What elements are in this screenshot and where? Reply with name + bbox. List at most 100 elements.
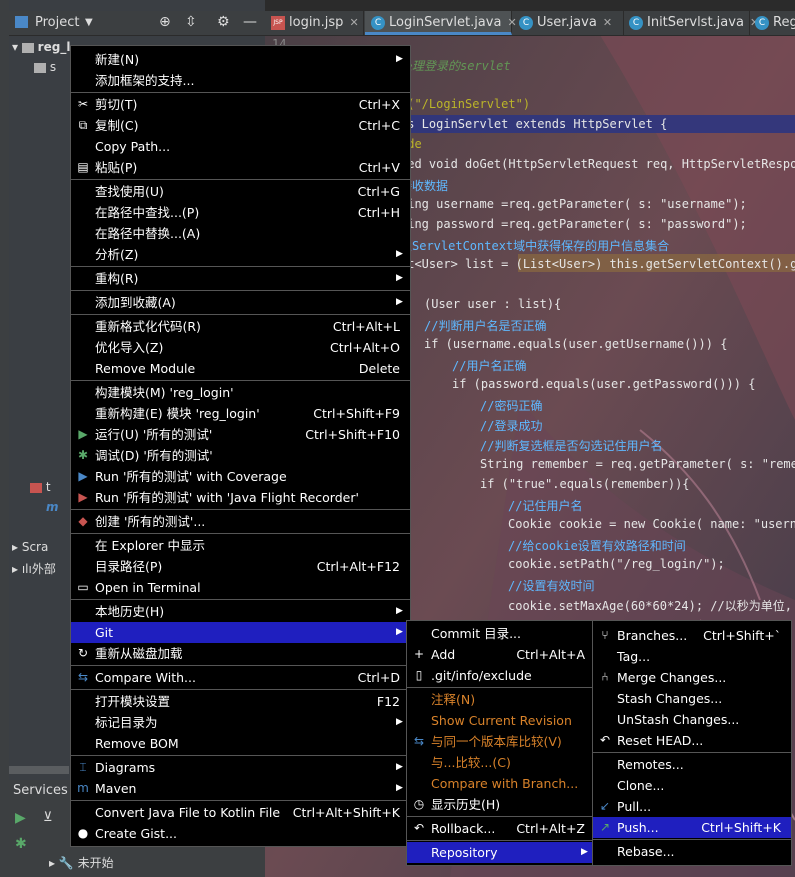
tree-row[interactable]: s <box>34 60 56 74</box>
context-menu-item[interactable]: 本地历史(H) ▶ <box>71 601 410 622</box>
context-menu-item[interactable]: ✂ 剪切(T) Ctrl+X <box>71 94 410 115</box>
repo-menu-item[interactable]: Clone... <box>593 775 791 796</box>
context-menu-item[interactable]: 在路径中查找...(P) Ctrl+H <box>71 202 410 223</box>
menu-item-label: Rollback... <box>431 821 496 836</box>
tree-row[interactable]: t <box>30 480 51 494</box>
reset-icon: ↶ <box>599 733 611 747</box>
menu-separator <box>71 179 410 180</box>
project-title[interactable]: Project <box>35 15 79 30</box>
menu-item-shortcut: Ctrl+Shift+F10 <box>305 427 400 442</box>
code-line: ss LoginServlet extends HttpServlet { <box>400 117 668 131</box>
repo-menu-item[interactable]: Stash Changes... <box>593 688 791 709</box>
git-menu-item[interactable]: + Add Ctrl+Alt+A <box>407 644 593 665</box>
repository-submenu: ⑂ Branches... Ctrl+Shift+` Tag... ⑃ Merge Cha… <box>592 620 792 866</box>
collapse-icon[interactable]: ⇳ <box>185 14 197 30</box>
tab-reg[interactable]: C Reg <box>749 11 795 35</box>
context-menu-item[interactable]: m Maven ▶ <box>71 778 410 799</box>
git-menu-item[interactable]: ◷ 显示历史(H) <box>407 794 593 815</box>
close-icon[interactable]: ✕ <box>603 16 612 29</box>
repo-menu-item[interactable]: Rebase... <box>593 841 791 862</box>
menu-item-shortcut: Ctrl+V <box>358 160 400 175</box>
run-icon[interactable]: ▶ <box>15 810 26 826</box>
class-icon: C <box>755 15 769 30</box>
layout-icon[interactable]: ⊻ <box>43 810 53 825</box>
context-menu-item[interactable]: ▶ 运行(U) '所有的测试' Ctrl+Shift+F10 <box>71 424 410 445</box>
repo-menu-item[interactable]: ↗ Push... Ctrl+Shift+K <box>593 817 791 838</box>
tree-row[interactable]: m <box>46 500 59 514</box>
tree-root[interactable]: ▾ reg_l <box>12 40 70 54</box>
chevron-down-icon[interactable]: ▼ <box>85 17 93 28</box>
tab-login-jsp[interactable]: JSP login.jsp ✕ <box>265 11 364 35</box>
context-menu-item[interactable]: 重构(R) ▶ <box>71 268 410 289</box>
repo-menu-item[interactable]: Remotes... <box>593 754 791 775</box>
menu-separator <box>71 800 410 801</box>
context-menu-item[interactable]: 在 Explorer 中显示 <box>71 535 410 556</box>
context-menu-item[interactable]: ⌶ Diagrams ▶ <box>71 757 410 778</box>
tab-loginservlet[interactable]: C LoginServlet.java ✕ <box>365 11 517 35</box>
minimize-icon[interactable]: — <box>243 14 257 30</box>
context-menu-item[interactable]: ◆ 创建 '所有的测试'... <box>71 511 410 532</box>
copy-icon: ⧉ <box>78 118 88 132</box>
context-menu-item[interactable]: 重新格式化代码(R) Ctrl+Alt+L <box>71 316 410 337</box>
repo-menu-item[interactable]: ⑃ Merge Changes... <box>593 667 791 688</box>
context-menu-item[interactable]: Remove Module Delete <box>71 358 410 379</box>
git-menu-item[interactable]: ↶ Rollback... Ctrl+Alt+Z <box>407 818 593 839</box>
context-menu-item[interactable]: 目录路径(P) Ctrl+Alt+F12 <box>71 556 410 577</box>
close-icon[interactable]: ✕ <box>349 16 358 29</box>
context-menu-item[interactable]: 重新构建(E) 模块 'reg_login' Ctrl+Shift+F9 <box>71 403 410 424</box>
tab-initservlst[interactable]: CInitServlst.java✕ <box>623 11 759 35</box>
context-menu-item[interactable]: ⧉ 复制(C) Ctrl+C <box>71 115 410 136</box>
terminal-icon: ▭ <box>77 580 89 594</box>
context-menu-item[interactable]: 添加到收藏(A) ▶ <box>71 292 410 313</box>
tree-row[interactable]: ▸ ılı外部 <box>12 560 56 577</box>
repo-menu-item[interactable]: Tag... <box>593 646 791 667</box>
context-menu-item[interactable]: ▤ 粘贴(P) Ctrl+V <box>71 157 410 178</box>
context-menu-item[interactable]: 标记目录为 ▶ <box>71 712 410 733</box>
context-menu-item[interactable]: Git ▶ <box>71 622 410 643</box>
menu-item-label: Push... <box>617 820 659 835</box>
tab-user[interactable]: C User.java ✕ <box>513 11 624 35</box>
context-menu-item[interactable]: 优化导入(Z) Ctrl+Alt+O <box>71 337 410 358</box>
context-menu-item[interactable]: ● Create Gist... <box>71 823 410 844</box>
code-comment: //判断用户名是否正确 <box>424 319 547 333</box>
repo-menu-item[interactable]: ⑂ Branches... Ctrl+Shift+` <box>593 625 791 646</box>
git-menu-item[interactable]: Commit 目录... <box>407 623 593 644</box>
git-menu-item[interactable]: ▯ .git/info/exclude <box>407 665 593 686</box>
context-menu-item[interactable]: ▭ Open in Terminal <box>71 577 410 598</box>
context-menu-item[interactable]: 分析(Z) ▶ <box>71 244 410 265</box>
code-comment: //密码正确 <box>480 399 543 413</box>
context-menu-item[interactable]: 在路径中替换...(A) <box>71 223 410 244</box>
debug-icon[interactable]: ✱ <box>15 836 27 852</box>
horizontal-scrollbar[interactable] <box>9 766 69 774</box>
gear-icon[interactable]: ⚙ <box>217 14 230 30</box>
code-comment: //登录成功 <box>480 419 543 433</box>
context-menu-item[interactable]: ▶ Run '所有的测试' with Coverage <box>71 466 410 487</box>
context-menu-item[interactable]: ✱ 调试(D) '所有的测试' <box>71 445 410 466</box>
tree-row[interactable]: ▸ Scra <box>12 540 48 554</box>
menu-item-shortcut: Ctrl+D <box>357 670 400 685</box>
git-menu-item[interactable]: Repository ▶ <box>407 842 593 863</box>
repo-menu-item[interactable]: ↶ Reset HEAD... <box>593 730 791 751</box>
locate-icon[interactable]: ⊕ <box>159 14 171 30</box>
repo-menu-item[interactable]: ↙ Pull... <box>593 796 791 817</box>
context-menu-item[interactable]: 添加框架的支持... <box>71 70 410 91</box>
context-menu-item[interactable]: Remove BOM <box>71 733 410 754</box>
context-menu-item[interactable]: Convert Java File to Kotlin File Ctrl+Alt… <box>71 802 410 823</box>
context-menu-item[interactable]: ⇆ Compare With... Ctrl+D <box>71 667 410 688</box>
profiler-icon: ▶ <box>78 490 88 504</box>
context-menu-item[interactable]: ▶ Run '所有的测试' with 'Java Flight Recorder' <box>71 487 410 508</box>
code-comment: 处理登录的servlet <box>400 59 511 73</box>
context-menu-item[interactable]: 新建(N) ▶ <box>71 49 410 70</box>
context-menu-item[interactable]: Copy Path... <box>71 136 410 157</box>
diagram-icon: ⌶ <box>79 760 87 774</box>
context-menu-item[interactable]: ↻ 重新从磁盘加载 <box>71 643 410 664</box>
repo-menu-item[interactable]: UnStash Changes... <box>593 709 791 730</box>
menu-separator <box>71 689 410 690</box>
menu-item-label: Run '所有的测试' with Coverage <box>95 469 287 484</box>
context-menu-item[interactable]: 构建模块(M) 'reg_login' <box>71 382 410 403</box>
context-menu-item[interactable]: 查找使用(U) Ctrl+G <box>71 181 410 202</box>
services-title[interactable]: Services <box>13 783 68 798</box>
menu-item-label: Remove BOM <box>95 736 179 751</box>
services-node[interactable]: ▸ 🔧 未开始 <box>49 854 114 871</box>
context-menu-item[interactable]: 打开模块设置 F12 <box>71 691 410 712</box>
